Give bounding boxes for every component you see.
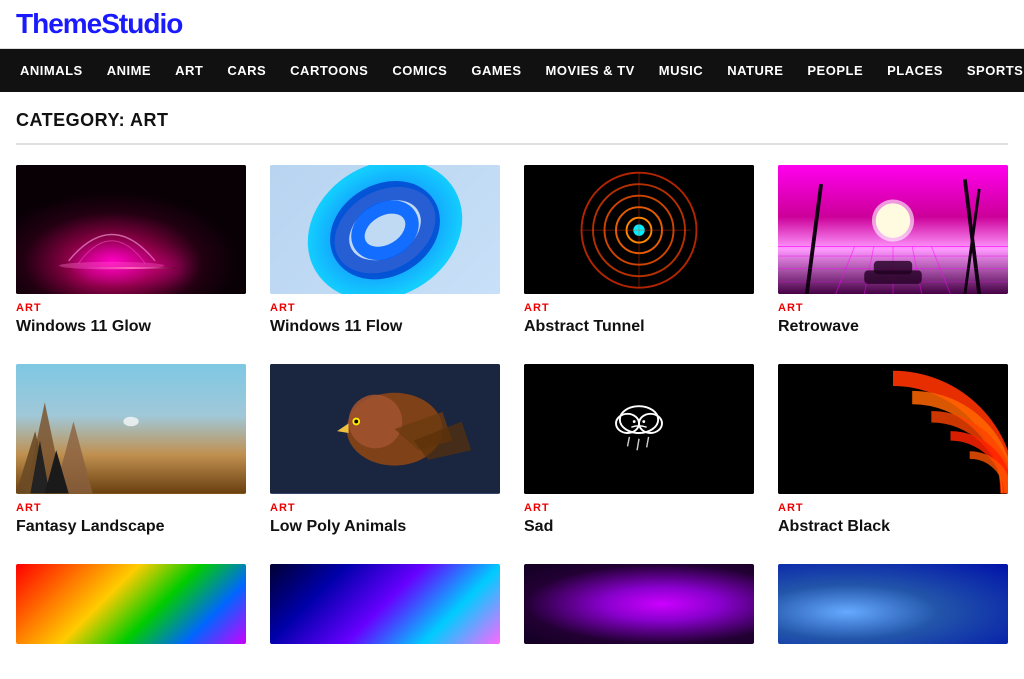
nav-item-comics[interactable]: COMICS	[380, 49, 459, 92]
card-grid-row2: ART Fantasy Landscape ART Low Poly Animals	[16, 364, 1008, 535]
nav-item-nature[interactable]: NATURE	[715, 49, 795, 92]
card-thumbnail	[778, 364, 1008, 493]
card-grid-row1: ART Windows 11 Glow ART Windows 11 Flow	[16, 165, 1008, 336]
card-title: Low Poly Animals	[270, 518, 500, 536]
nav-item-sports[interactable]: SPORTS	[955, 49, 1024, 92]
card-thumbnail	[524, 165, 754, 294]
card-category: ART	[524, 302, 754, 314]
nav-item-places[interactable]: PLACES	[875, 49, 955, 92]
logo-bar: ThemeStudio	[0, 0, 1024, 49]
card-item[interactable]: ART Abstract Black	[778, 364, 1008, 535]
card-thumbnail	[778, 165, 1008, 294]
card-title: Sad	[524, 518, 754, 536]
card-category: ART	[16, 502, 246, 514]
main-nav: ANIMALSANIMEARTCARSCARTOONSCOMICSGAMESMO…	[0, 49, 1024, 92]
nav-item-movies-and-tv[interactable]: MOVIES & TV	[534, 49, 647, 92]
nav-item-cartoons[interactable]: CARTOONS	[278, 49, 380, 92]
card-title: Windows 11 Glow	[16, 318, 246, 336]
card-grid-row3-partial	[16, 564, 1008, 644]
card-title: Windows 11 Flow	[270, 318, 500, 336]
card-title: Retrowave	[778, 318, 1008, 336]
partial-card[interactable]	[16, 564, 246, 644]
card-item[interactable]: ART Windows 11 Glow	[16, 165, 246, 336]
card-thumbnail	[270, 165, 500, 294]
card-thumbnail	[524, 364, 754, 493]
card-title: Fantasy Landscape	[16, 518, 246, 536]
card-category: ART	[270, 302, 500, 314]
card-item[interactable]: ART Sad	[524, 364, 754, 535]
card-thumbnail	[16, 364, 246, 493]
card-category: ART	[778, 502, 1008, 514]
card-title: Abstract Tunnel	[524, 318, 754, 336]
card-item[interactable]: ART Abstract Tunnel	[524, 165, 754, 336]
site-logo[interactable]: ThemeStudio	[16, 8, 182, 39]
card-thumbnail	[16, 165, 246, 294]
partial-thumbnail	[524, 564, 754, 644]
card-item[interactable]: ART Retrowave	[778, 165, 1008, 336]
nav-item-music[interactable]: MUSIC	[647, 49, 715, 92]
card-item[interactable]: ART Low Poly Animals	[270, 364, 500, 535]
nav-item-games[interactable]: GAMES	[459, 49, 533, 92]
nav-item-art[interactable]: ART	[163, 49, 215, 92]
partial-card[interactable]	[524, 564, 754, 644]
nav-item-animals[interactable]: ANIMALS	[8, 49, 95, 92]
partial-thumbnail	[16, 564, 246, 644]
partial-card[interactable]	[778, 564, 1008, 644]
card-item[interactable]: ART Windows 11 Flow	[270, 165, 500, 336]
card-thumbnail	[270, 364, 500, 493]
card-item[interactable]: ART Fantasy Landscape	[16, 364, 246, 535]
card-category: ART	[778, 302, 1008, 314]
page-content: CATEGORY: ART ART Windows 11 Glow	[0, 92, 1024, 644]
card-category: ART	[524, 502, 754, 514]
category-heading: CATEGORY: ART	[16, 92, 1008, 145]
nav-item-anime[interactable]: ANIME	[95, 49, 163, 92]
nav-item-cars[interactable]: CARS	[215, 49, 278, 92]
partial-thumbnail	[778, 564, 1008, 644]
partial-thumbnail	[270, 564, 500, 644]
card-category: ART	[16, 302, 246, 314]
nav-item-people[interactable]: PEOPLE	[795, 49, 875, 92]
card-title: Abstract Black	[778, 518, 1008, 536]
card-category: ART	[270, 502, 500, 514]
partial-card[interactable]	[270, 564, 500, 644]
